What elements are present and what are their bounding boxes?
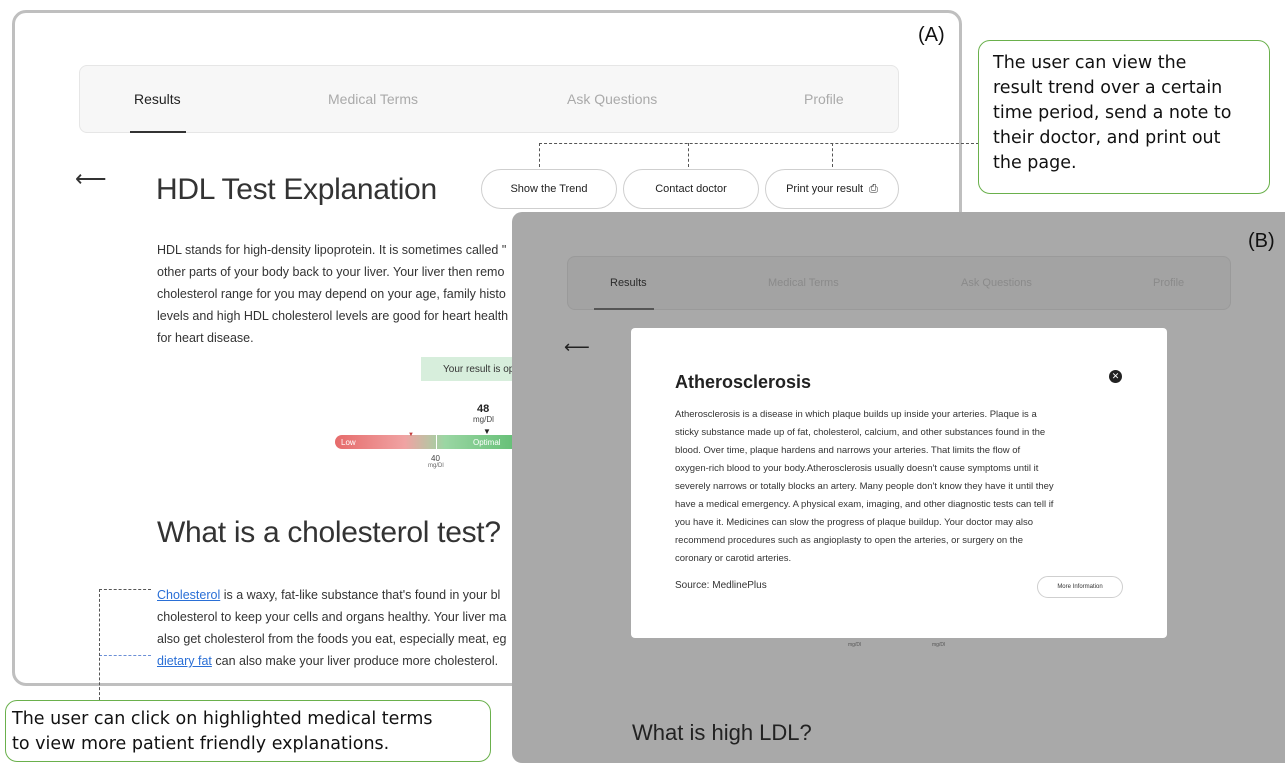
gauge-threshold-unit: mg/Dl: [428, 463, 444, 469]
page-title: HDL Test Explanation: [156, 173, 437, 206]
panel-a-label: (A): [918, 24, 945, 46]
gauge-threshold-value: 40: [431, 454, 440, 463]
gauge-unit: mg/Dl: [473, 415, 494, 424]
intro-line: for heart disease.: [157, 331, 254, 345]
tab-ask-questions[interactable]: Ask Questions: [961, 277, 1032, 289]
close-icon[interactable]: ✕: [1109, 370, 1122, 383]
background-gauge-unit: mg/Dl: [932, 642, 946, 648]
printer-icon: ⎙: [869, 182, 878, 195]
term-explanation-modal: Atherosclerosis ✕ Atherosclerosis is a d…: [631, 328, 1167, 638]
back-arrow-icon[interactable]: ⟵: [564, 338, 590, 356]
threshold-marker-icon: ▼: [408, 432, 414, 438]
connector-line: [539, 143, 540, 167]
connector-line: [99, 655, 151, 656]
gauge-optimal-label: Optimal: [473, 438, 501, 447]
result-gauge: [335, 435, 535, 449]
more-information-label: More Information: [1057, 584, 1103, 590]
print-result-label: Print your result: [786, 183, 864, 195]
annotation-callout-actions: The user can view the result trend over …: [978, 40, 1270, 194]
modal-text-line: blood. Over time, plaque hardens and nar…: [675, 445, 1021, 456]
paragraph-text: can also make your liver produce more ch…: [211, 654, 499, 668]
connector-line: [99, 589, 100, 700]
annotation-callout-terms: The user can click on highlighted medica…: [5, 700, 491, 762]
callout-text: time period, send a note to: [993, 103, 1232, 123]
modal-text-line: Atherosclerosis is a disease in which pl…: [675, 409, 1037, 420]
callout-text: to view more patient friendly explanatio…: [12, 734, 390, 754]
cholesterol-paragraph-line: cholesterol to keep your cells and organ…: [157, 610, 507, 624]
tab-results[interactable]: Results: [134, 91, 181, 107]
modal-text-line: you have it. Medicines can slow the prog…: [675, 517, 1034, 528]
paragraph-text: is a waxy, fat-like substance that's fou…: [220, 588, 501, 602]
back-arrow-icon[interactable]: ⟵: [75, 168, 107, 190]
tab-medical-terms[interactable]: Medical Terms: [328, 91, 418, 107]
connector-line: [832, 143, 833, 167]
intro-line: HDL stands for high-density lipoprotein.…: [157, 243, 507, 257]
modal-text-line: coronary or carotid arteries.: [675, 553, 792, 564]
medical-term-link-dietary-fat[interactable]: dietary fat: [157, 654, 212, 668]
gauge-value: 48: [477, 403, 490, 415]
callout-text: the page.: [993, 153, 1077, 173]
connector-line: [99, 589, 151, 590]
modal-text-line: severely narrows or totally blocks an ar…: [675, 481, 1054, 492]
cholesterol-paragraph-line: Cholesterol is a waxy, fat-like substanc…: [157, 589, 500, 602]
modal-text-line: recommend procedures such as angioplasty…: [675, 535, 1023, 546]
active-tab-indicator: [594, 308, 654, 310]
tab-results[interactable]: Results: [610, 277, 647, 289]
nav-bar: Results Medical Terms Ask Questions Prof…: [567, 256, 1231, 310]
tab-medical-terms[interactable]: Medical Terms: [768, 277, 839, 289]
contact-doctor-button[interactable]: Contact doctor: [623, 169, 759, 209]
connector-line: [688, 143, 689, 167]
section-title: What is a cholesterol test?: [157, 516, 501, 549]
modal-text-line: oxygen-rich blood to your body.Atheroscl…: [675, 463, 1039, 474]
cholesterol-paragraph-line: also get cholesterol from the foods you …: [157, 632, 507, 646]
modal-source: Source: MedlinePlus: [675, 580, 767, 591]
show-trend-label: Show the Trend: [510, 183, 588, 195]
gauge-divider: [436, 435, 437, 449]
more-information-button[interactable]: More Information: [1037, 576, 1123, 598]
print-result-button[interactable]: Print your result ⎙: [765, 169, 899, 209]
medical-term-link-cholesterol[interactable]: Cholesterol: [157, 588, 220, 602]
callout-text: The user can view the: [993, 53, 1187, 73]
background-gauge-unit: mg/Dl: [848, 642, 862, 648]
intro-line: levels and high HDL cholesterol levels a…: [157, 309, 509, 323]
nav-bar: Results Medical Terms Ask Questions Prof…: [79, 65, 899, 133]
modal-text-line: have a medical emergency. A physical exa…: [675, 499, 1054, 510]
callout-text: result trend over a certain: [993, 78, 1223, 98]
active-tab-indicator: [130, 131, 186, 133]
tab-profile[interactable]: Profile: [1153, 277, 1184, 289]
connector-line: [539, 143, 979, 144]
contact-doctor-label: Contact doctor: [655, 183, 727, 195]
modal-title: Atherosclerosis: [675, 372, 812, 392]
tab-profile[interactable]: Profile: [804, 91, 844, 107]
gauge-low-label: Low: [341, 438, 356, 447]
callout-text: The user can click on highlighted medica…: [12, 709, 433, 729]
callout-text: their doctor, and print out: [993, 128, 1221, 148]
show-trend-button[interactable]: Show the Trend: [481, 169, 617, 209]
modal-text-line: sticky substance made up of fat, cholest…: [675, 427, 1046, 438]
intro-line: other parts of your body back to your li…: [157, 265, 505, 279]
panel-b: (B) Results Medical Terms Ask Questions …: [512, 212, 1285, 763]
section-title: What is high LDL?: [632, 720, 812, 745]
panel-b-label: (B): [1248, 230, 1275, 252]
tab-ask-questions[interactable]: Ask Questions: [567, 91, 657, 107]
intro-line: cholesterol range for you may depend on …: [157, 287, 506, 301]
cholesterol-paragraph-line: dietary fat can also make your liver pro…: [157, 655, 498, 668]
